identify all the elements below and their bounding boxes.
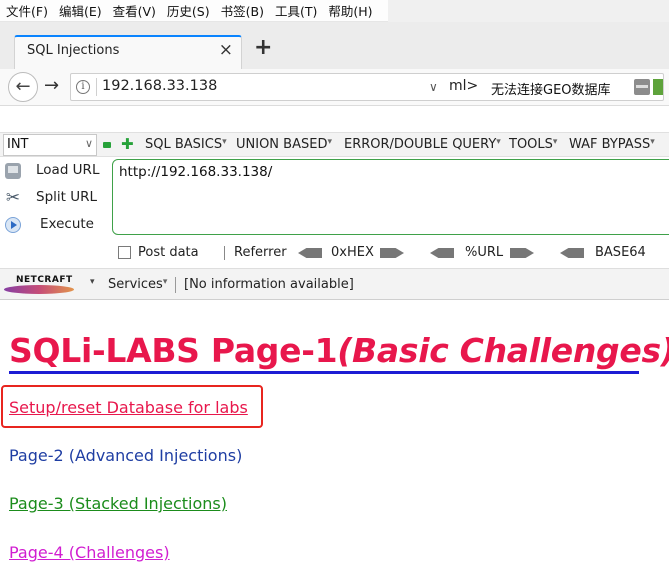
- geo-status-text: 无法连接GEO数据库: [491, 83, 611, 98]
- ml-label: ml>: [449, 78, 479, 94]
- hackbar-options: Post data Referrer 0xHEX %URL BASE64: [0, 242, 669, 264]
- url-textarea-value: http://192.168.33.138/: [119, 164, 273, 180]
- menu-label: SQL BASICS: [145, 137, 223, 152]
- menu-label: TOOLS: [509, 137, 553, 152]
- menu-bookmarks[interactable]: 书签(B): [215, 1, 269, 20]
- injection-type-select[interactable]: INT ∨: [3, 134, 97, 156]
- page-title-main: SQLi-LABS Page-1: [9, 331, 338, 370]
- info-icon[interactable]: i: [76, 80, 90, 94]
- divider: [175, 277, 176, 293]
- dropdown-arrow-icon: ▾: [162, 277, 168, 287]
- services-label: Services: [108, 277, 163, 292]
- base64-decode-arrow-icon[interactable]: [560, 248, 584, 258]
- page-3-link[interactable]: Page-3 (Stacked Injections): [9, 494, 227, 513]
- services-menu[interactable]: Services▾: [108, 277, 167, 292]
- select-value: INT: [7, 137, 29, 152]
- execute-label: Execute: [40, 216, 94, 232]
- netcraft-toolbar: NETCRAFT ▾ Services▾ [No information ava…: [0, 268, 669, 300]
- netcraft-logo-text: NETCRAFT: [16, 275, 73, 285]
- back-button[interactable]: ←: [8, 72, 38, 102]
- page-content: SQLi-LABS Page-1(Basic Challenges) Setup…: [0, 301, 669, 576]
- menu-sql-basics[interactable]: SQL BASICS▾: [145, 137, 227, 152]
- dropdown-arrow-icon: ▾: [327, 137, 332, 147]
- menu-tools[interactable]: TOOLS▾: [509, 137, 557, 152]
- execute-button[interactable]: Execute: [0, 212, 110, 238]
- arrow-left-icon: ←: [15, 76, 31, 97]
- url-bar[interactable]: i 192.168.33.138 ∨ ml> 无法连接GEO数据库: [70, 73, 664, 101]
- menu-label: ERROR/DOUBLE QUERY: [344, 137, 497, 152]
- dropdown-arrow-icon: ▾: [552, 137, 558, 147]
- minus-icon[interactable]: [103, 142, 111, 148]
- url-encode-label: %URL: [465, 245, 504, 260]
- base64-label: BASE64: [595, 245, 646, 260]
- split-url-button[interactable]: ✂ Split URL: [0, 185, 110, 211]
- title-underline: [9, 371, 639, 374]
- tab-close-icon[interactable]: ×: [219, 40, 233, 60]
- menu-label: UNION BASED: [236, 137, 328, 152]
- plus-icon[interactable]: ✚: [121, 136, 134, 152]
- page-title: SQLi-LABS Page-1(Basic Challenges): [9, 331, 669, 370]
- menu-union-based[interactable]: UNION BASED▾: [236, 137, 332, 152]
- url-encode-arrow-icon[interactable]: [510, 248, 534, 258]
- dropdown-arrow-icon: ▾: [496, 137, 501, 147]
- menu-bar: 文件(F) 编辑(E) 查看(V) 历史(S) 书签(B) 工具(T) 帮助(H…: [0, 0, 669, 22]
- menu-items: 文件(F) 编辑(E) 查看(V) 历史(S) 书签(B) 工具(T) 帮助(H…: [0, 0, 388, 22]
- dropdown-arrow-icon: ▾: [222, 137, 227, 147]
- chevron-down-icon: ∨: [84, 137, 93, 150]
- new-tab-button[interactable]: +: [254, 35, 272, 60]
- netcraft-dropdown-icon[interactable]: ▾: [90, 277, 95, 287]
- play-icon: [5, 217, 21, 233]
- setup-reset-database-link[interactable]: Setup/reset Database for labs: [9, 398, 248, 417]
- hex-decode-arrow-icon[interactable]: [298, 248, 322, 258]
- netcraft-swoosh: [4, 285, 74, 294]
- menu-waf-bypass[interactable]: WAF BYPASS▾: [569, 137, 655, 152]
- arrow-right-icon: →: [44, 75, 60, 96]
- addon-icon[interactable]: [653, 79, 663, 95]
- post-data-label: Post data: [138, 245, 199, 260]
- load-url-button[interactable]: Load URL: [0, 158, 110, 184]
- tab-strip: SQL Injections × +: [0, 22, 669, 69]
- menu-label: WAF BYPASS: [569, 137, 651, 152]
- url-textarea[interactable]: http://192.168.33.138/: [112, 159, 669, 235]
- page-title-subtitle: (Basic Challenges): [337, 331, 669, 370]
- chevron-down-icon[interactable]: ∨: [429, 80, 438, 94]
- hex-label: 0xHEX: [331, 245, 374, 260]
- menu-edit[interactable]: 编辑(E): [53, 1, 107, 20]
- url-decode-arrow-icon[interactable]: [430, 248, 454, 258]
- nav-bar: ← → i 192.168.33.138 ∨ ml> 无法连接GEO数据库: [0, 69, 669, 106]
- menu-file[interactable]: 文件(F): [0, 1, 53, 20]
- tab-title: SQL Injections: [27, 43, 120, 58]
- referrer-toggle[interactable]: Referrer: [234, 245, 287, 260]
- forward-button[interactable]: →: [44, 75, 59, 96]
- menu-error-double-query[interactable]: ERROR/DOUBLE QUERY▾: [344, 137, 501, 152]
- url-text[interactable]: 192.168.33.138: [102, 78, 217, 94]
- menu-history[interactable]: 历史(S): [161, 1, 215, 20]
- hackbar: INT ∨ ✚ SQL BASICS▾ UNION BASED▾ ERROR/D…: [0, 106, 669, 268]
- divider: [224, 246, 225, 260]
- page-2-link[interactable]: Page-2 (Advanced Injections): [9, 446, 242, 465]
- post-data-checkbox[interactable]: [118, 246, 131, 259]
- netcraft-info: [No information available]: [184, 277, 354, 292]
- split-url-label: Split URL: [36, 189, 98, 205]
- menu-tools[interactable]: 工具(T): [269, 1, 322, 20]
- menu-help[interactable]: 帮助(H): [322, 1, 377, 20]
- page-4-link[interactable]: Page-4 (Challenges): [9, 543, 170, 562]
- hex-encode-arrow-icon[interactable]: [380, 248, 404, 258]
- netcraft-logo[interactable]: NETCRAFT: [4, 275, 78, 295]
- hackbar-toolbar: INT ∨ ✚ SQL BASICS▾ UNION BASED▾ ERROR/D…: [0, 132, 669, 157]
- dropdown-arrow-icon: ▾: [650, 137, 655, 147]
- load-url-icon: [5, 163, 21, 179]
- url-separator: [96, 78, 97, 96]
- server-icon[interactable]: [634, 79, 650, 95]
- scissors-icon: ✂: [5, 188, 21, 208]
- load-url-label: Load URL: [36, 162, 100, 178]
- menu-view[interactable]: 查看(V): [107, 1, 161, 20]
- tab-sql-injections[interactable]: SQL Injections ×: [14, 35, 242, 69]
